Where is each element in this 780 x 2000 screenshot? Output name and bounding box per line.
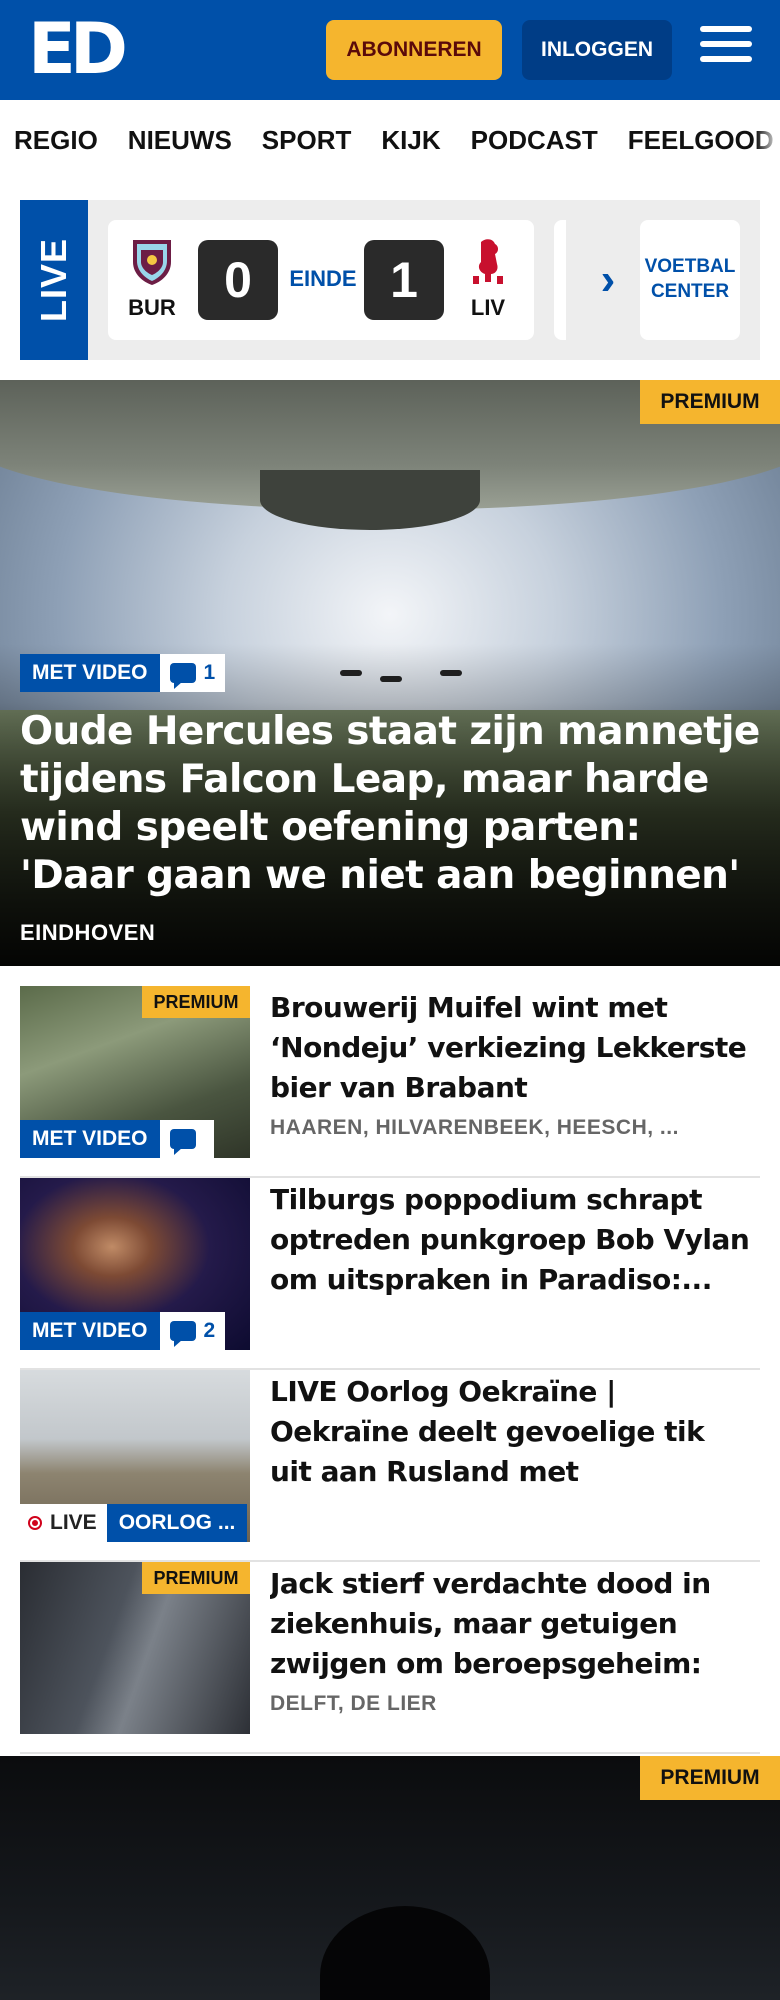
- thumb-badges: LIVE OORLOG ...: [20, 1504, 248, 1542]
- comments-badge[interactable]: [159, 1120, 214, 1158]
- list-item[interactable]: MET VIDEO 2 Tilburgs poppodium schrapt o…: [20, 1178, 760, 1370]
- voetbal-center-link[interactable]: VOETBAL CENTER: [640, 220, 740, 340]
- subscribe-button[interactable]: ABONNEREN: [326, 20, 502, 80]
- hero-title[interactable]: Oude Hercules staat zijn mannetje tijden…: [20, 708, 760, 900]
- live-badge: LIVE: [20, 1504, 107, 1542]
- premium-badge: PREMIUM: [142, 1562, 250, 1594]
- match-status: EINDE: [289, 266, 357, 291]
- teaser-image-figure: [320, 1906, 490, 2000]
- live-tab: LIVE: [20, 200, 88, 360]
- chevron-right-icon[interactable]: ›: [588, 256, 628, 304]
- list-item[interactable]: PREMIUM MET VIDEO Brouwerij Muifel wint …: [20, 986, 760, 1178]
- away-team: LIV: [458, 236, 518, 321]
- comments-badge[interactable]: 2: [159, 1312, 226, 1350]
- article-thumbnail: LIVE OORLOG ...: [20, 1370, 250, 1542]
- logo-text: ED: [28, 8, 128, 90]
- video-badge: MET VIDEO: [20, 654, 160, 692]
- ed-logo[interactable]: ED: [28, 14, 128, 84]
- comments-badge[interactable]: 1: [159, 654, 226, 692]
- comment-icon: [169, 1321, 196, 1347]
- article-title[interactable]: Brouwerij Muifel wint met ‘Nondeju’ verk…: [270, 988, 750, 1112]
- video-badge: MET VIDEO: [20, 1312, 160, 1350]
- hero-article[interactable]: PREMIUM MET VIDEO 1 Oude Hercules staat …: [0, 380, 780, 966]
- hero-badges: MET VIDEO 1: [20, 654, 226, 692]
- article-location: DELFT, DE LIER: [270, 1692, 437, 1715]
- article-thumbnail: PREMIUM: [20, 1562, 250, 1734]
- home-score: 0: [198, 240, 278, 320]
- live-label: LIVE: [33, 237, 74, 323]
- away-score: 1: [364, 240, 444, 320]
- nav-item-feelgood[interactable]: FEELGOOD: [628, 125, 774, 156]
- list-item[interactable]: LIVE OORLOG ... LIVE Oorlog Oekraïne | O…: [20, 1370, 760, 1562]
- comment-icon: [169, 1129, 196, 1155]
- nav-item-regio[interactable]: REGIO: [14, 125, 98, 156]
- login-button[interactable]: INLOGGEN: [522, 20, 672, 80]
- list-item[interactable]: PREMIUM Jack stierf verdachte dood in zi…: [20, 1562, 760, 1754]
- nav-fade: [756, 100, 780, 180]
- premium-badge: PREMIUM: [640, 1756, 780, 1800]
- site-header: ED ABONNEREN INLOGGEN: [0, 0, 780, 100]
- live-dot-icon: [28, 1516, 42, 1530]
- article-thumbnail: MET VIDEO 2: [20, 1178, 250, 1350]
- article-title[interactable]: Tilburgs poppodium schrapt optreden punk…: [270, 1180, 750, 1304]
- comment-count: 1: [203, 661, 216, 684]
- premium-badge: PREMIUM: [142, 986, 250, 1018]
- home-team-abbr: BUR: [128, 295, 176, 320]
- article-title[interactable]: Jack stierf verdachte dood in ziekenhuis…: [270, 1564, 750, 1688]
- nav-item-kijk[interactable]: KIJK: [381, 125, 440, 156]
- premium-badge: PREMIUM: [640, 380, 780, 424]
- hero-location: EINDHOVEN: [20, 920, 156, 945]
- liverpool-crest-icon: [473, 239, 503, 284]
- thumb-badges: MET VIDEO 2: [20, 1312, 226, 1350]
- burnley-crest-icon: [133, 240, 171, 285]
- teaser-article[interactable]: PREMIUM: [0, 1756, 780, 2000]
- away-team-abbr: LIV: [470, 295, 506, 320]
- topic-badge[interactable]: OORLOG ...: [106, 1504, 248, 1542]
- next-match-card[interactable]: [554, 220, 566, 340]
- home-team: BUR: [122, 236, 182, 321]
- video-badge: MET VIDEO: [20, 1120, 160, 1158]
- article-title[interactable]: LIVE Oorlog Oekraïne | Oekraïne deelt ge…: [270, 1372, 750, 1496]
- comment-count: 2: [203, 1319, 216, 1342]
- live-badge-label: LIVE: [50, 1511, 97, 1534]
- nav-item-nieuws[interactable]: NIEUWS: [128, 125, 232, 156]
- article-location: HAAREN, HILVARENBEEK, HEESCH, ...: [270, 1116, 679, 1139]
- menu-icon[interactable]: [700, 26, 752, 72]
- nav-item-podcast[interactable]: PODCAST: [471, 125, 598, 156]
- comment-icon: [169, 663, 196, 689]
- article-thumbnail: PREMIUM MET VIDEO: [20, 986, 250, 1158]
- live-scoreboard: LIVE BUR 0 EINDE 1 LIV › VOETBAL CENTER: [20, 200, 760, 360]
- nav-item-sport[interactable]: SPORT: [262, 125, 352, 156]
- match-card[interactable]: BUR 0 EINDE 1 LIV: [108, 220, 534, 340]
- thumb-badges: MET VIDEO: [20, 1120, 214, 1158]
- section-nav: REGIO NIEUWS SPORT KIJK PODCAST FEELGOOD…: [0, 100, 780, 180]
